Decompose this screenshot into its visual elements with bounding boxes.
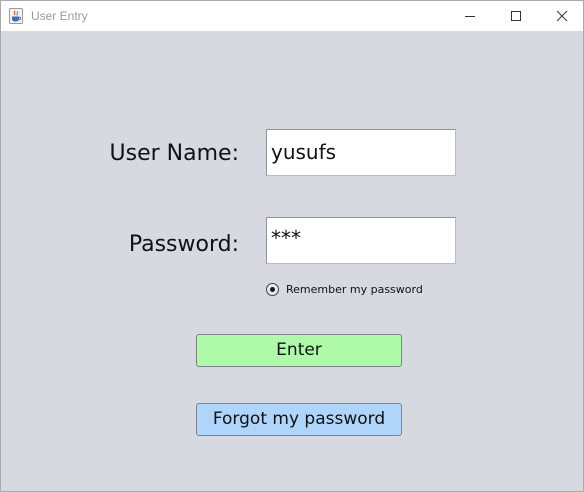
minimize-icon <box>465 16 475 17</box>
enter-button[interactable]: Enter <box>196 334 402 367</box>
close-button[interactable] <box>539 1 584 31</box>
maximize-icon <box>511 11 521 21</box>
forgot-password-button[interactable]: Forgot my password <box>196 403 402 436</box>
password-field[interactable]: *** <box>266 217 456 264</box>
user-entry-window: User Entry User Name: yusufs Password: *… <box>0 0 584 492</box>
radio-indicator[interactable] <box>266 282 279 296</box>
password-label: Password: <box>128 232 239 257</box>
window-title: User Entry <box>31 9 88 23</box>
close-icon <box>556 10 568 22</box>
radio-selected-dot <box>270 286 275 292</box>
maximize-button[interactable] <box>493 1 539 31</box>
remember-password-radio[interactable]: Remember my password <box>266 280 423 298</box>
remember-password-label: Remember my password <box>286 282 423 296</box>
title-bar[interactable]: User Entry <box>1 1 583 31</box>
username-label: User Name: <box>109 141 239 166</box>
minimize-button[interactable] <box>447 1 493 31</box>
java-cup-icon <box>9 8 23 24</box>
username-field[interactable]: yusufs <box>266 129 456 176</box>
